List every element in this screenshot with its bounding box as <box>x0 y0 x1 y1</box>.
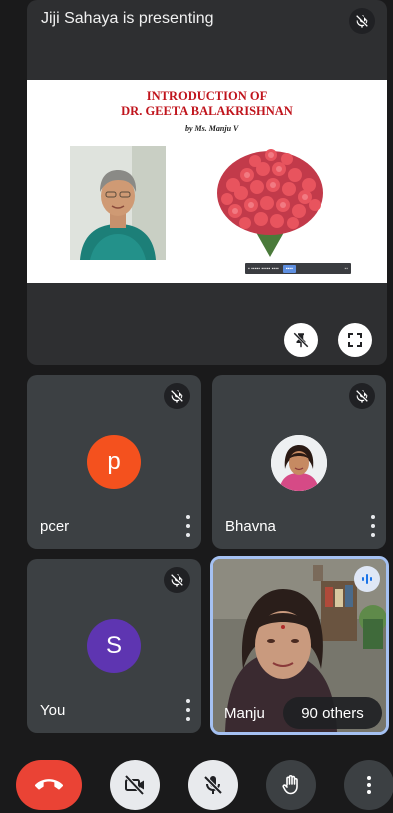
speaking-indicator-icon <box>354 566 380 592</box>
mic-off-icon <box>349 383 375 409</box>
avatar: p <box>87 435 141 489</box>
participant-tile-pcer[interactable]: p pcer <box>27 375 201 549</box>
presenting-label: Jiji Sahaya is presenting <box>41 10 214 27</box>
slide-subtitle: by Ms. Manju V <box>185 124 239 133</box>
participant-tile-manju[interactable]: Manju 90 others <box>210 556 389 735</box>
camera-toggle-button[interactable] <box>110 760 160 810</box>
raise-hand-button[interactable] <box>266 760 316 810</box>
presenter-mic-off-icon <box>349 8 375 34</box>
participant-name: You <box>40 702 66 719</box>
call-controls-bar <box>0 748 393 813</box>
avatar <box>271 435 327 491</box>
screen-share-close-mark: ▪▪ <box>344 265 348 272</box>
more-options-button[interactable] <box>368 515 378 537</box>
mic-off-icon <box>164 383 190 409</box>
screen-share-bar: ▪ ▪▪▪▪▪ ▪▪▪▪▪ ▪▪▪▪ ▪▪▪▪ ▪▪ <box>245 263 351 274</box>
others-count-button[interactable]: 90 others <box>283 697 382 729</box>
slide-portrait-image <box>70 146 166 260</box>
mic-off-icon <box>164 567 190 593</box>
participant-name: pcer <box>40 518 70 535</box>
slide-roses-image <box>215 135 325 257</box>
camera-off-icon <box>124 774 145 796</box>
participant-name: Bhavna <box>225 518 276 535</box>
hangup-icon <box>35 779 63 790</box>
hangup-button[interactable] <box>16 760 82 810</box>
slide-title: INTRODUCTION OF DR. GEETA BALAKRISHNAN <box>27 89 387 119</box>
more-options-button[interactable] <box>183 515 193 537</box>
participant-tile-bhavna[interactable]: Bhavna <box>212 375 386 549</box>
slide-title-line1: INTRODUCTION OF <box>146 89 268 103</box>
avatar: S <box>87 619 141 673</box>
participant-tile-you[interactable]: S You <box>27 559 201 733</box>
unpin-button[interactable] <box>284 323 318 357</box>
presentation-tile[interactable]: Jiji Sahaya is presenting INTRODUCTION O… <box>27 0 387 365</box>
more-options-button[interactable] <box>183 699 193 721</box>
participant-name: Manju <box>224 705 265 722</box>
shared-slide: INTRODUCTION OF DR. GEETA BALAKRISHNAN b… <box>27 80 387 283</box>
more-options-button[interactable] <box>344 760 393 810</box>
fullscreen-button[interactable] <box>338 323 372 357</box>
raise-hand-icon <box>282 775 298 795</box>
slide-title-line2: DR. GEETA BALAKRISHNAN <box>121 104 293 118</box>
fullscreen-icon <box>348 333 362 347</box>
more-vert-icon <box>367 776 371 794</box>
mic-off-icon <box>203 775 223 795</box>
screen-share-stop-chip: ▪▪▪▪ <box>282 264 296 273</box>
screen-share-bar-text: ▪ ▪▪▪▪▪ ▪▪▪▪▪ ▪▪▪▪ <box>248 265 279 272</box>
unpin-icon <box>293 332 309 348</box>
mic-toggle-button[interactable] <box>188 760 238 810</box>
